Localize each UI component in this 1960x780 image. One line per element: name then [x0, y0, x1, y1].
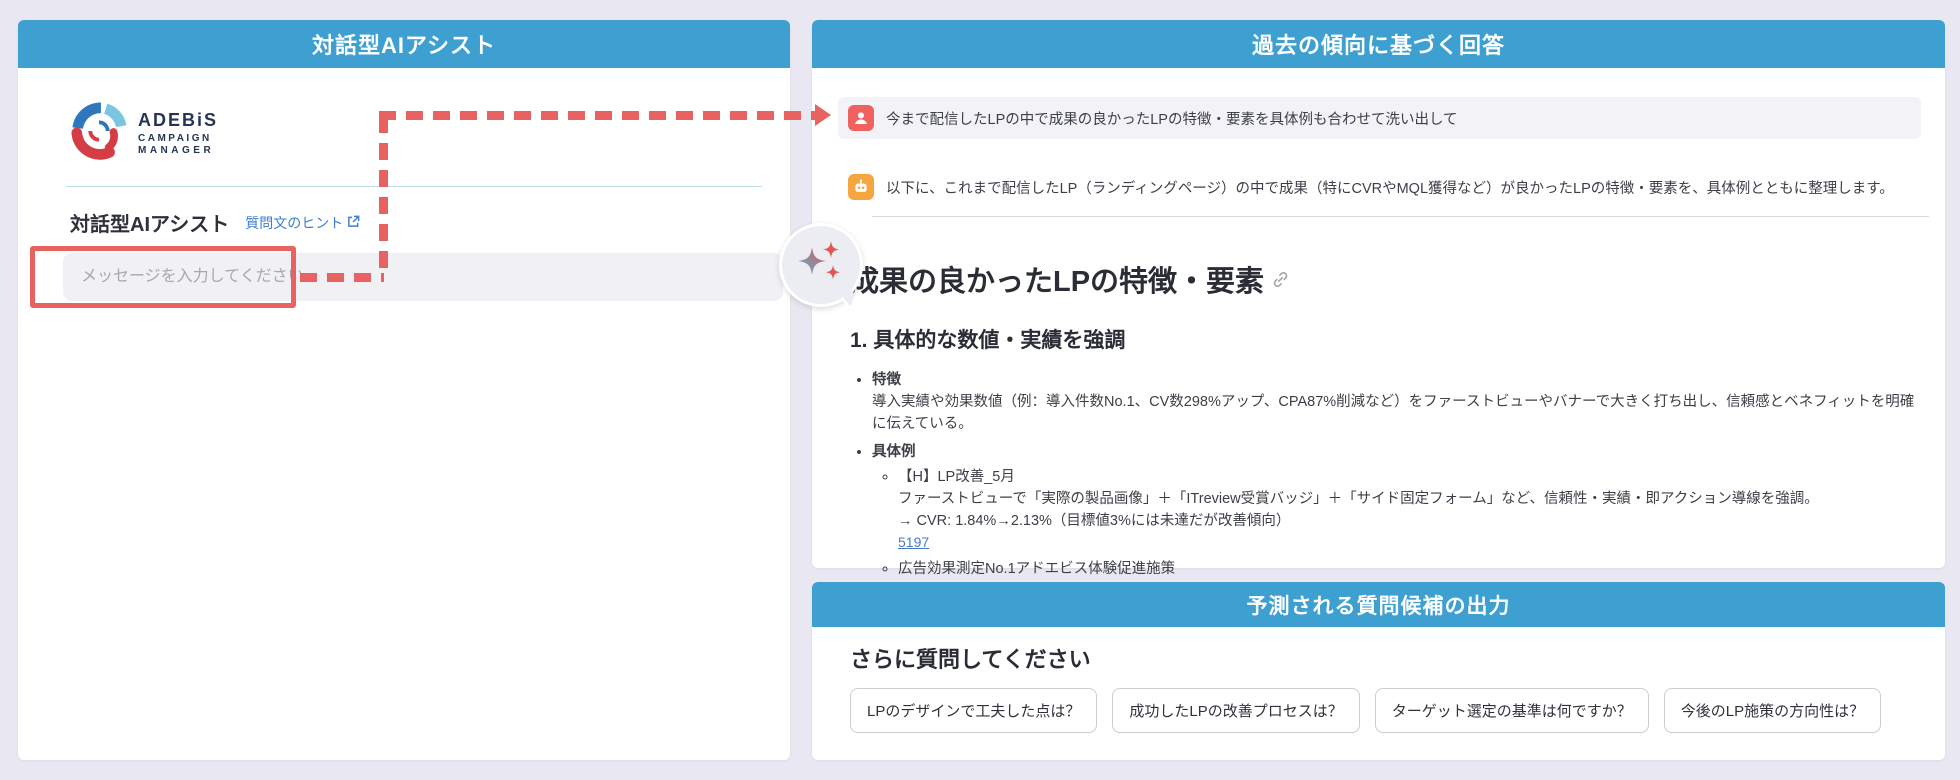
question-hint-label: 質問文のヒント	[245, 213, 343, 233]
heading-anchor-link-icon[interactable]	[1272, 271, 1289, 288]
example-1-title: 【H】LP改善_5月	[898, 467, 1923, 489]
adebis-logo-icon	[70, 102, 128, 165]
logo-line-1: ADEBiS	[138, 111, 218, 131]
suggestion-buttons-row: LPのデザインで工夫した点は？ 成功したLPの改善プロセスは？ ターゲット選定の…	[850, 688, 1881, 733]
suggestions-panel-header: 予測される質問候補の出力	[812, 582, 1945, 627]
example-2-title: 広告効果測定No.1アドエビス体験促進施策	[898, 559, 1923, 581]
feature-bullet: 特徴 導入実績や効果数値（例：導入件数No.1、CV数298%アップ、CPA87…	[872, 370, 1923, 435]
suggestion-button-3[interactable]: ターゲット選定の基準は何ですか？	[1375, 688, 1649, 733]
left-panel-header: 対話型AIアシスト	[18, 20, 790, 68]
adebis-logo-text: ADEBiS CAMPAIGN MANAGER	[138, 111, 218, 156]
example-1-link[interactable]: 5197	[898, 534, 929, 550]
adebis-logo: ADEBiS CAMPAIGN MANAGER	[70, 102, 218, 165]
assistant-message-text: 以下に、これまで配信したLP（ランディングページ）の中で成果（特にCVRやMQL…	[886, 177, 1894, 198]
conversational-ai-panel: 対話型AIアシスト ADEBiS CAMPAIGN MANAGER 対話型AIア…	[18, 20, 790, 760]
answer-divider	[872, 216, 1929, 217]
suggestions-panel-title: 予測される質問候補の出力	[1247, 590, 1511, 620]
suggestion-button-2[interactable]: 成功したLPの改善プロセスは？	[1112, 688, 1359, 733]
left-panel-title: 対話型AIアシスト	[312, 28, 496, 60]
user-message-text: 今まで配信したLPの中で成果の良かったLPの特徴・要素を具体例も合わせて洗い出し…	[886, 108, 1458, 129]
suggestions-title: さらに質問してください	[850, 642, 1091, 674]
example-bullet: 具体例 【H】LP改善_5月 ファーストビューで「実際の製品画像」＋「ITrev…	[872, 442, 1923, 602]
logo-line-2: CAMPAIGN	[138, 133, 218, 144]
answer-section-heading: 1. 具体的な数値・実績を強調	[850, 324, 1923, 354]
ai-sparkle-bubble	[779, 223, 863, 307]
input-highlight-box	[30, 246, 296, 308]
arrow-segment-horizontal-bottom	[300, 273, 384, 282]
example-1-line-1: ファーストビューで「実際の製品画像」＋「ITreview受賞バッジ」＋「サイド固…	[898, 489, 1923, 511]
external-link-icon	[347, 215, 360, 231]
arrow-segment-vertical	[379, 116, 388, 278]
answer-panel-header: 過去の傾向に基づく回答	[812, 20, 1945, 68]
answer-title-text: 成果の良かったLPの特徴・要素	[850, 258, 1264, 300]
arrow-segment-horizontal-top	[379, 111, 817, 120]
suggestion-button-4[interactable]: 今後のLP施策の方向性は？	[1664, 688, 1881, 733]
feature-label: 特徴	[872, 370, 1923, 392]
past-trends-answer-panel: 過去の傾向に基づく回答 今まで配信したLPの中で成果の良かったLPの特徴・要素を…	[812, 20, 1945, 568]
section-title: 対話型AIアシスト	[70, 208, 229, 237]
answer-panel-title: 過去の傾向に基づく回答	[1252, 28, 1505, 60]
sparkles-icon	[795, 237, 847, 294]
answer-body: 成果の良かったLPの特徴・要素 1. 具体的な数値・実績を強調 特徴 導入実績や…	[850, 236, 1923, 610]
suggestion-button-1[interactable]: LPのデザインで工夫した点は？	[850, 688, 1097, 733]
answer-title: 成果の良かったLPの特徴・要素	[850, 258, 1923, 300]
question-hint-link[interactable]: 質問文のヒント	[245, 213, 360, 233]
logo-line-3: MANAGER	[138, 145, 218, 156]
feature-text: 導入実績や効果数値（例：導入件数No.1、CV数298%アップ、CPA87%削減…	[872, 392, 1923, 436]
user-icon	[848, 105, 874, 131]
arrow-head-icon	[815, 104, 831, 126]
example-1-line-2: → CVR: 1.84%→2.13%（目標値3%には未達だが改善傾向）	[898, 511, 1923, 533]
assistant-icon	[848, 174, 874, 200]
assistant-message-row: 以下に、これまで配信したLP（ランディングページ）の中で成果（特にCVRやMQL…	[838, 166, 1921, 208]
predicted-questions-panel: 予測される質問候補の出力 さらに質問してください LPのデザインで工夫した点は？…	[812, 582, 1945, 760]
user-message-row: 今まで配信したLPの中で成果の良かったLPの特徴・要素を具体例も合わせて洗い出し…	[838, 97, 1921, 139]
example-item: 【H】LP改善_5月 ファーストビューで「実際の製品画像」＋「ITreview受…	[898, 467, 1923, 555]
left-panel-divider	[66, 186, 762, 187]
example-label: 具体例	[872, 442, 1923, 464]
